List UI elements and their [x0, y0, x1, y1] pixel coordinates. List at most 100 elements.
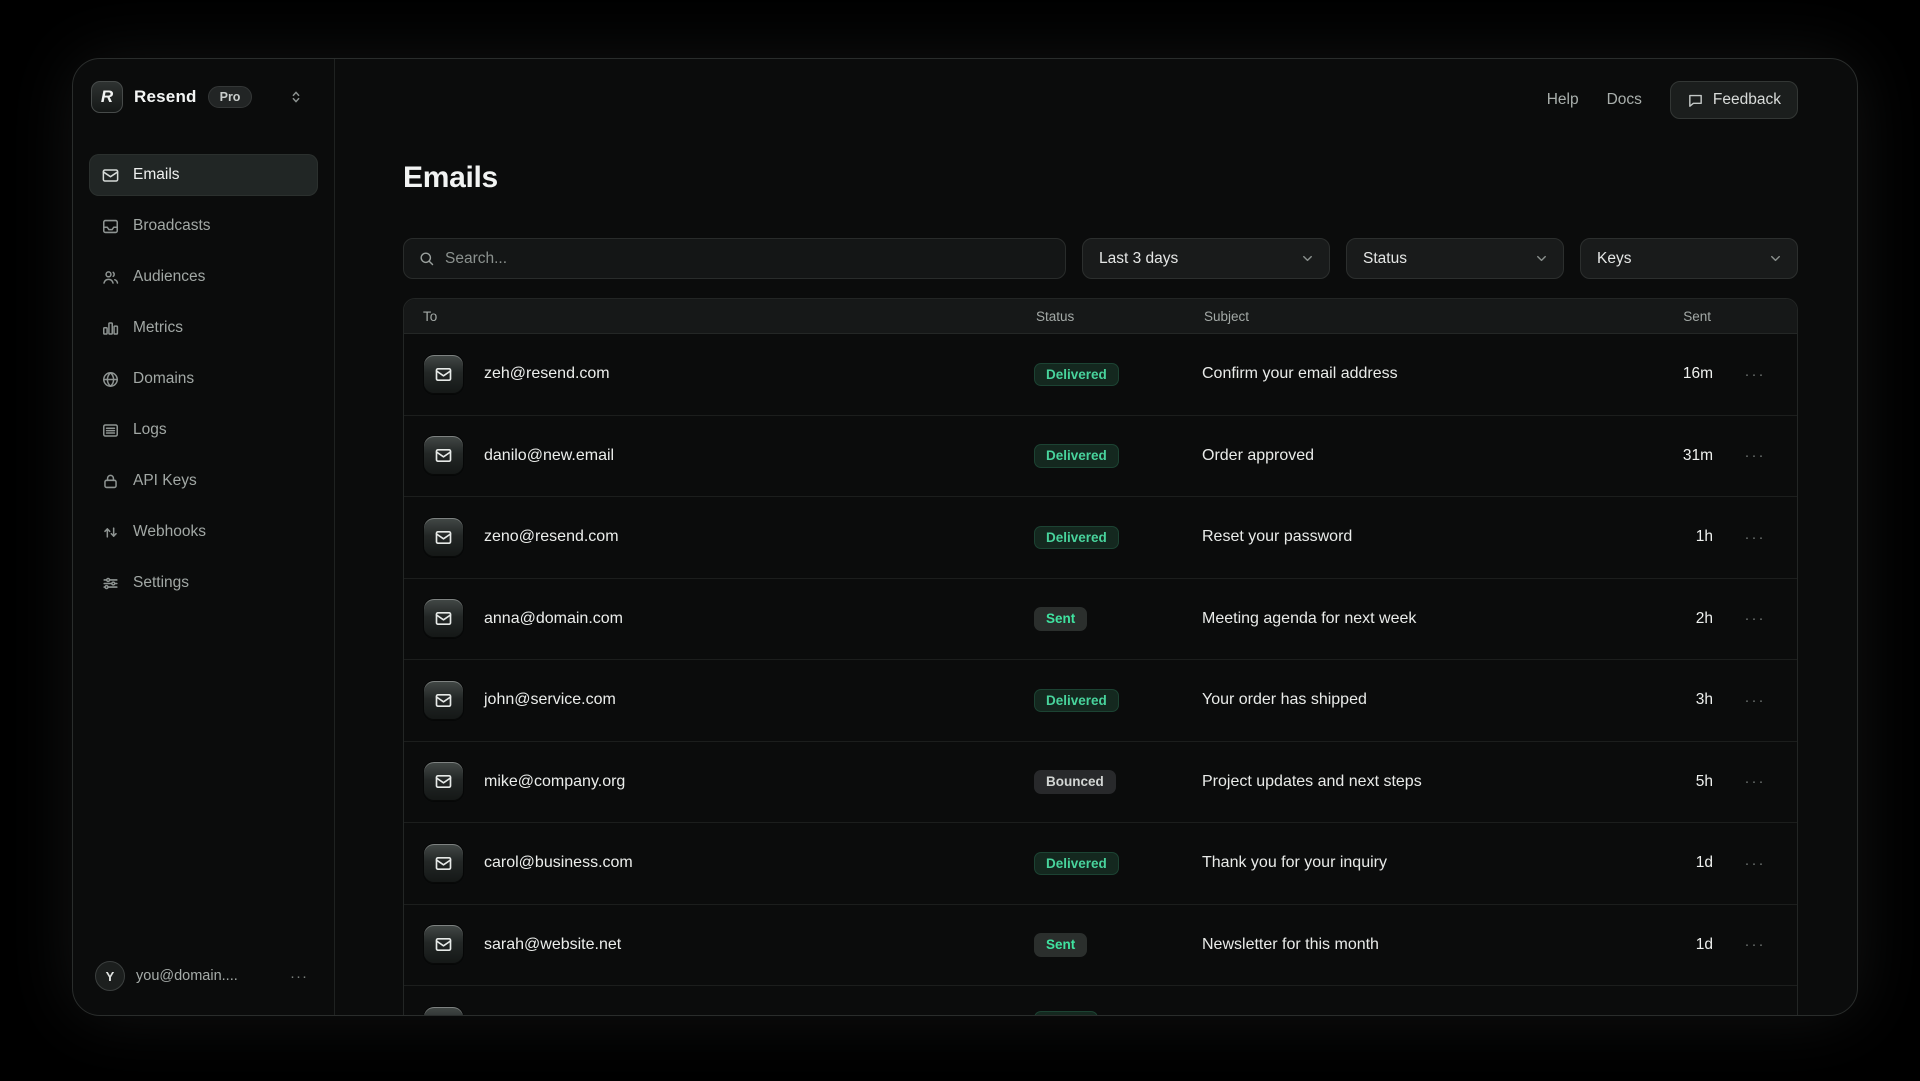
page-title: Emails: [403, 161, 1798, 195]
row-options-icon[interactable]: ···: [1713, 610, 1797, 627]
logs-icon: [101, 421, 120, 440]
envelope-icon: [423, 1006, 464, 1015]
envelope-icon: [423, 843, 464, 884]
search-box[interactable]: [403, 238, 1066, 279]
help-link[interactable]: Help: [1547, 91, 1579, 109]
date-range-value: Last 3 days: [1099, 250, 1178, 268]
status-badge: [1034, 1011, 1098, 1015]
column-header-to: To: [404, 309, 1034, 324]
envelope-icon: [423, 354, 464, 395]
column-header-status: Status: [1034, 309, 1202, 324]
search-input[interactable]: [445, 250, 1051, 268]
envelope-icon: [423, 598, 464, 639]
recipient-email: zeno@resend.com: [484, 528, 619, 546]
row-options-icon[interactable]: ···: [1713, 773, 1797, 790]
email-subject: Meeting agenda for next week: [1202, 610, 1653, 628]
table-row[interactable]: zeh@resend.com Delivered Confirm your em…: [404, 334, 1797, 416]
sidebar-item-logs[interactable]: Logs: [89, 409, 318, 451]
row-options-icon[interactable]: ···: [1713, 936, 1797, 953]
sidebar-item-api-keys[interactable]: API Keys: [89, 460, 318, 502]
envelope-icon: [423, 680, 464, 721]
sidebar: R Resend Pro Emails Broadcasts Audiences…: [73, 59, 335, 1015]
table-row[interactable]: mike@company.org Bounced Project updates…: [404, 742, 1797, 824]
sidebar-item-emails[interactable]: Emails: [89, 154, 318, 196]
row-options-icon[interactable]: ···: [1713, 366, 1797, 383]
chevrons-up-down-icon[interactable]: [288, 89, 304, 105]
sent-time: 2h: [1653, 610, 1713, 628]
status-badge: Delivered: [1034, 689, 1119, 713]
resend-logo-icon: R: [91, 81, 123, 113]
sent-time: 1d: [1653, 854, 1713, 872]
email-subject: Order approved: [1202, 447, 1653, 465]
email-subject: Confirm your email address: [1202, 365, 1653, 383]
date-range-dropdown[interactable]: Last 3 days: [1082, 238, 1330, 279]
recipient-email: anna@domain.com: [484, 610, 623, 628]
table-row[interactable]: danilo@new.email Delivered Order approve…: [404, 416, 1797, 498]
status-badge: Sent: [1034, 607, 1087, 631]
workspace-switcher[interactable]: R Resend Pro: [89, 81, 318, 113]
sidebar-nav: Emails Broadcasts Audiences Metrics Doma…: [89, 154, 318, 604]
sent-time: 3h: [1653, 691, 1713, 709]
recipient-email: sarah@website.net: [484, 936, 621, 954]
status-badge: Delivered: [1034, 363, 1119, 387]
user-menu[interactable]: Y you@domain.... ···: [89, 955, 318, 997]
feedback-label: Feedback: [1713, 91, 1781, 109]
email-subject: Thank you for your inquiry: [1202, 854, 1653, 872]
keys-filter-value: Keys: [1597, 250, 1631, 268]
status-badge: Delivered: [1034, 852, 1119, 876]
column-header-sent: Sent: [1653, 309, 1713, 324]
envelope-icon: [423, 924, 464, 965]
table-row[interactable]: zeno@resend.com Delivered Reset your pas…: [404, 497, 1797, 579]
feedback-bubble-icon: [1687, 92, 1704, 109]
recipient-email: mike@company.org: [484, 773, 625, 791]
email-subject: Reset your password: [1202, 528, 1653, 546]
envelope-icon: [423, 517, 464, 558]
emails-table: To Status Subject Sent zeh@resend.com De…: [403, 298, 1798, 1015]
sent-time: 31m: [1653, 447, 1713, 465]
table-header: To Status Subject Sent: [404, 299, 1797, 334]
status-badge: Sent: [1034, 933, 1087, 957]
envelope-icon: [423, 761, 464, 802]
row-options-icon[interactable]: ···: [1713, 447, 1797, 464]
row-options-icon[interactable]: ···: [1713, 855, 1797, 872]
sent-time: 16m: [1653, 365, 1713, 383]
row-options-icon[interactable]: ···: [1713, 692, 1797, 709]
keys-filter-dropdown[interactable]: Keys: [1580, 238, 1798, 279]
table-row[interactable]: anna@domain.com Sent Meeting agenda for …: [404, 579, 1797, 661]
table-body: zeh@resend.com Delivered Confirm your em…: [404, 334, 1797, 1015]
sliders-icon: [101, 574, 120, 593]
sidebar-item-metrics[interactable]: Metrics: [89, 307, 318, 349]
status-filter-dropdown[interactable]: Status: [1346, 238, 1564, 279]
recipient-email: danilo@new.email: [484, 447, 614, 465]
sidebar-item-broadcasts[interactable]: Broadcasts: [89, 205, 318, 247]
column-header-subject: Subject: [1202, 309, 1653, 324]
topbar: Help Docs Feedback: [403, 81, 1798, 119]
table-row[interactable]: john@service.com Delivered Your order ha…: [404, 660, 1797, 742]
bar-chart-icon: [101, 319, 120, 338]
user-email: you@domain....: [136, 968, 238, 984]
table-row[interactable]: sarah@website.net Sent Newsletter for th…: [404, 905, 1797, 987]
sidebar-item-audiences[interactable]: Audiences: [89, 256, 318, 298]
table-row[interactable]: [404, 986, 1797, 1015]
sent-time: 1h: [1653, 528, 1713, 546]
brand-name: Resend: [134, 87, 197, 107]
envelope-icon: [101, 166, 120, 185]
sidebar-item-domains[interactable]: Domains: [89, 358, 318, 400]
email-subject: Your order has shipped: [1202, 691, 1653, 709]
chevron-down-icon: [1534, 251, 1549, 266]
table-row[interactable]: carol@business.com Delivered Thank you f…: [404, 823, 1797, 905]
recipient-email: carol@business.com: [484, 854, 633, 872]
arrows-up-down-icon: [101, 523, 120, 542]
email-subject: Project updates and next steps: [1202, 773, 1653, 791]
status-filter-value: Status: [1363, 250, 1407, 268]
user-options-icon[interactable]: ···: [290, 968, 312, 985]
user-avatar: Y: [95, 961, 125, 991]
sidebar-item-settings[interactable]: Settings: [89, 562, 318, 604]
docs-link[interactable]: Docs: [1607, 91, 1642, 109]
globe-icon: [101, 370, 120, 389]
feedback-button[interactable]: Feedback: [1670, 81, 1798, 119]
sidebar-item-webhooks[interactable]: Webhooks: [89, 511, 318, 553]
sent-time: 1d: [1653, 936, 1713, 954]
users-icon: [101, 268, 120, 287]
row-options-icon[interactable]: ···: [1713, 529, 1797, 546]
